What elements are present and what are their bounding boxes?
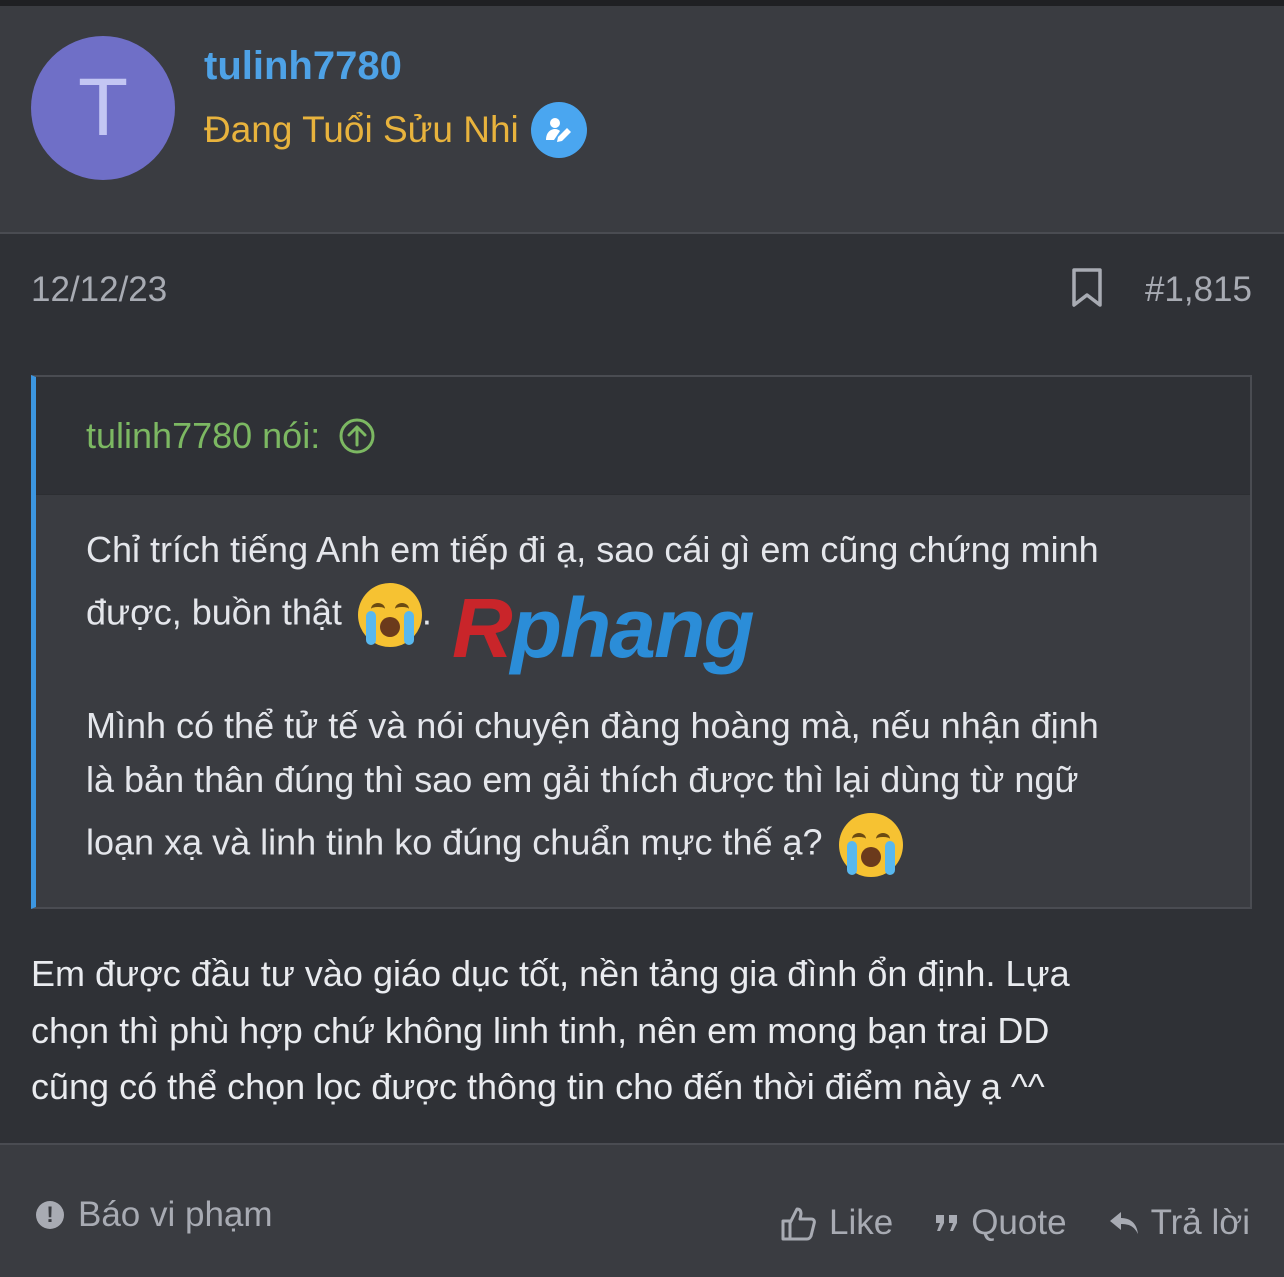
quote-author-text[interactable]: tulinh7780 nói: bbox=[86, 415, 320, 457]
crying-face-icon bbox=[357, 583, 422, 647]
reply-button[interactable]: Trả lời bbox=[1107, 1203, 1250, 1243]
exclamation-icon: ! bbox=[36, 1201, 64, 1229]
post-actions: Like Quote Trả lời bbox=[739, 1203, 1250, 1243]
arrow-up-circle-icon[interactable] bbox=[338, 417, 376, 455]
reply-arrow-icon bbox=[1109, 1212, 1138, 1234]
bookmark-icon[interactable] bbox=[1070, 268, 1104, 313]
quote-label: Quote bbox=[971, 1203, 1067, 1242]
quote-line: Chỉ trích tiếng Anh em tiếp đi ạ, sao cá… bbox=[86, 529, 1099, 570]
crying-face-icon bbox=[838, 813, 903, 877]
rphang-watermark-logo: Rphang bbox=[452, 581, 755, 675]
quote-line: loạn xạ và linh tinh ko đúng chuẩn mực t… bbox=[86, 813, 903, 877]
quote-button[interactable]: Quote bbox=[933, 1203, 1067, 1243]
post-line: Em được đầu tư vào giáo dục tốt, nền tản… bbox=[31, 953, 1070, 994]
quote-header: tulinh7780 nói: bbox=[36, 377, 1250, 495]
quote-author[interactable]: tulinh7780 nói: bbox=[86, 415, 376, 457]
quote-line-text: được, buồn thật bbox=[86, 591, 342, 633]
username-link[interactable]: tulinh7780 bbox=[204, 44, 402, 89]
quote-line: được, buồn thật . bbox=[86, 583, 432, 647]
post-header: T tulinh7780 Đang Tuổi Sửu Nhi bbox=[0, 6, 1284, 234]
quote-line: Mình có thể tử tế và nói chuyện đàng hoà… bbox=[86, 705, 1099, 746]
reply-label: Trả lời bbox=[1150, 1203, 1250, 1242]
post-date[interactable]: 12/12/23 bbox=[31, 270, 167, 310]
post-body: Em được đầu tư vào giáo dục tốt, nền tản… bbox=[31, 946, 1261, 1116]
post-number-link[interactable]: #1,815 bbox=[1145, 270, 1252, 310]
report-button[interactable]: ! Báo vi phạm bbox=[36, 1195, 273, 1235]
report-label: Báo vi phạm bbox=[78, 1195, 273, 1234]
post-footer: ! Báo vi phạm Like Quote Trả lời bbox=[0, 1145, 1284, 1277]
post-line: chọn thì phù hợp chứ không linh tinh, nê… bbox=[31, 1009, 1050, 1051]
post-line: cũng có thể chọn lọc được thông tin cho … bbox=[31, 1066, 1045, 1107]
thumbs-up-icon bbox=[781, 1207, 816, 1241]
quote-marks-icon bbox=[936, 1215, 958, 1231]
post-meta: 12/12/23 #1,815 bbox=[0, 234, 1284, 344]
quote-line-tail: . bbox=[421, 591, 432, 633]
like-button[interactable]: Like bbox=[779, 1203, 893, 1243]
quote-line-text: loạn xạ và linh tinh ko đúng chuẩn mực t… bbox=[86, 821, 823, 863]
user-title: Đang Tuổi Sửu Nhi bbox=[204, 102, 587, 158]
avatar[interactable]: T bbox=[31, 36, 175, 180]
verified-badge-icon bbox=[530, 102, 587, 158]
like-label: Like bbox=[828, 1203, 894, 1242]
quote-line: là bản thân đúng thì sao em gải thích đư… bbox=[86, 759, 1079, 800]
user-title-text: Đang Tuổi Sửu Nhi bbox=[204, 109, 519, 150]
